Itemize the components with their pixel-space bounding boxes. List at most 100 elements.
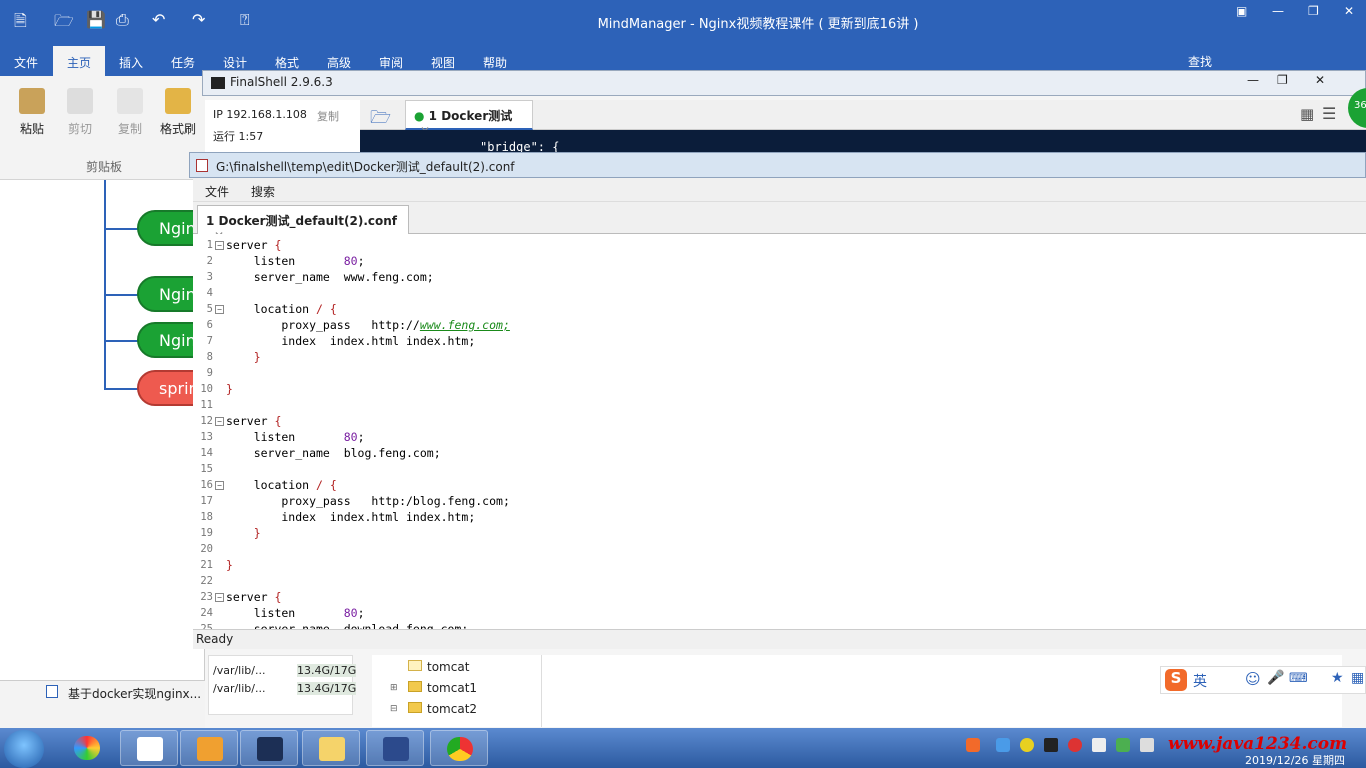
tray-icon[interactable] — [1044, 738, 1058, 752]
code-line[interactable]: listen 80; — [226, 430, 365, 444]
taskbar-app[interactable] — [180, 730, 238, 766]
document-tab-label: 基于docker实现nginx... — [68, 687, 202, 701]
line-number: 24 — [200, 607, 213, 619]
copy-button[interactable]: 复制 — [108, 88, 152, 137]
code-line[interactable]: server_name www.feng.com; — [226, 270, 434, 284]
ime-mode[interactable]: 英 — [1193, 671, 1207, 691]
code-line[interactable]: proxy_pass http://www.feng.com; — [226, 318, 510, 332]
menu-review[interactable]: 审阅 — [379, 54, 403, 71]
menu-file[interactable]: 文件 — [14, 54, 38, 71]
fold-toggle-icon[interactable]: − — [215, 241, 224, 250]
fold-toggle-icon[interactable]: − — [215, 417, 224, 426]
terminal-output[interactable]: "bridge": { — [360, 130, 1366, 152]
tray-icon[interactable] — [1068, 738, 1082, 752]
line-number: 3 — [206, 271, 213, 283]
menu-view[interactable]: 视图 — [431, 54, 455, 71]
tree-item[interactable]: tomcat2 — [427, 702, 477, 716]
emoji-icon[interactable]: ☺ — [1245, 670, 1261, 688]
microphone-icon[interactable]: 🎤 — [1267, 670, 1284, 686]
code-line[interactable]: server_name blog.feng.com; — [226, 446, 441, 460]
session-tab[interactable]: ● 1 Docker测试 ✕ — [405, 100, 533, 138]
code-line[interactable]: proxy_pass http:/blog.feng.com; — [226, 494, 510, 508]
chart-app-icon — [137, 737, 163, 761]
close-icon[interactable]: ✕ — [1315, 73, 1325, 87]
disk-size: 13.4G/17G — [297, 664, 357, 677]
code-line[interactable]: } — [226, 382, 233, 396]
line-number: 1 — [206, 239, 213, 251]
code-line[interactable]: } — [226, 558, 233, 572]
fold-toggle-icon[interactable]: − — [215, 481, 224, 490]
editor-titlebar: G:\finalshell\temp\edit\Docker测试_default… — [189, 152, 1366, 178]
collapse-icon[interactable]: ⊟ — [390, 704, 398, 714]
expand-icon[interactable]: ⊞ — [390, 683, 398, 693]
menu-format[interactable]: 格式 — [275, 54, 299, 71]
format-painter-button[interactable]: 格式刷 — [156, 88, 200, 137]
network-icon[interactable] — [1140, 738, 1154, 752]
mindmap-canvas[interactable]: Ngin Ngin Ngin sprin — [0, 180, 217, 680]
sogou-tray-icon[interactable] — [966, 738, 980, 752]
fold-toggle-icon[interactable]: − — [215, 593, 224, 602]
shield-icon[interactable] — [1116, 738, 1130, 752]
restore-icon[interactable]: ❐ — [1308, 4, 1319, 18]
menu-icon[interactable]: ☰ — [1322, 104, 1336, 123]
editor-menu-file[interactable]: 文件 — [205, 183, 229, 200]
code-line[interactable]: } — [226, 350, 261, 364]
code-line[interactable]: } — [226, 526, 261, 540]
sogou-icon[interactable]: S — [1165, 669, 1187, 691]
taskbar-app[interactable] — [366, 730, 424, 766]
file-tree: tomcat ⊞ tomcat1 ⊟ tomcat2 — [372, 655, 542, 727]
code-line[interactable]: server { — [226, 590, 281, 604]
code-line[interactable]: location / { — [226, 478, 337, 492]
copy-ip-button[interactable]: 复制 — [317, 108, 339, 124]
menu-advanced[interactable]: 高级 — [327, 54, 351, 71]
minimize-icon[interactable]: — — [1247, 73, 1259, 87]
grid-view-icon[interactable]: ▦ — [1300, 105, 1314, 123]
tree-item[interactable]: tomcat — [427, 660, 469, 674]
code-line[interactable]: server_name download.feng.com; — [226, 622, 469, 629]
tray-icon[interactable] — [996, 738, 1010, 752]
skin-icon[interactable]: ★ — [1331, 670, 1344, 686]
menu-help[interactable]: 帮助 — [483, 54, 507, 71]
code-line[interactable]: location / { — [226, 302, 337, 316]
finalshell-title: FinalShell 2.9.6.3 — [230, 75, 333, 89]
map-branch — [104, 294, 138, 296]
tray-icon[interactable] — [1092, 738, 1106, 752]
line-number: 12 — [200, 415, 213, 427]
document-tab[interactable]: 基于docker实现nginx... — [0, 680, 210, 704]
restore-icon[interactable]: ❐ — [1277, 73, 1288, 87]
line-number: 10 — [200, 383, 213, 395]
line-number: 5 — [206, 303, 213, 315]
taskbar-app[interactable] — [240, 730, 298, 766]
taskbar-app[interactable] — [430, 730, 488, 766]
keyboard-icon[interactable]: ⌨ — [1289, 671, 1308, 686]
close-icon[interactable]: ✕ — [1344, 4, 1354, 18]
editor-menu-search[interactable]: 搜索 — [251, 183, 275, 200]
line-number: 16 — [200, 479, 213, 491]
menu-task[interactable]: 任务 — [171, 54, 195, 71]
ime-toolbar: S 英 ☺ 🎤 ⌨ ★ ▦ — [1160, 666, 1366, 694]
menu-home[interactable]: 主页 — [53, 46, 106, 76]
paste-button[interactable]: 粘贴 — [10, 88, 54, 137]
code-line[interactable]: index index.html index.htm; — [226, 510, 475, 524]
start-button[interactable] — [4, 730, 44, 768]
cut-button[interactable]: 剪切 — [58, 88, 102, 137]
search-label[interactable]: 查找 — [1188, 53, 1212, 70]
fold-toggle-icon[interactable]: − — [215, 305, 224, 314]
taskbar-app[interactable] — [58, 730, 116, 766]
code-line[interactable]: listen 80; — [226, 606, 365, 620]
code-line[interactable]: server { — [226, 238, 281, 252]
editor-file-tab[interactable]: 1 Docker测试_default(2).conf ✕ — [197, 205, 409, 243]
menu-insert[interactable]: 插入 — [119, 54, 143, 71]
menu-design[interactable]: 设计 — [223, 54, 247, 71]
minimize-icon[interactable]: — — [1272, 4, 1284, 18]
taskbar-app[interactable] — [302, 730, 360, 766]
toolbox-icon[interactable]: ▦ — [1351, 670, 1364, 686]
ribbon-toggle-icon[interactable]: ▣ — [1236, 4, 1247, 18]
tray-icon[interactable] — [1020, 738, 1034, 752]
taskbar-app[interactable] — [120, 730, 178, 766]
tree-item[interactable]: tomcat1 — [427, 681, 477, 695]
code-line[interactable]: listen 80; — [226, 254, 365, 268]
code-editor[interactable]: 1− server {2 listen 80; 3 server_name www.… — [193, 234, 1366, 629]
code-line[interactable]: server { — [226, 414, 281, 428]
code-line[interactable]: index index.html index.htm; — [226, 334, 475, 348]
